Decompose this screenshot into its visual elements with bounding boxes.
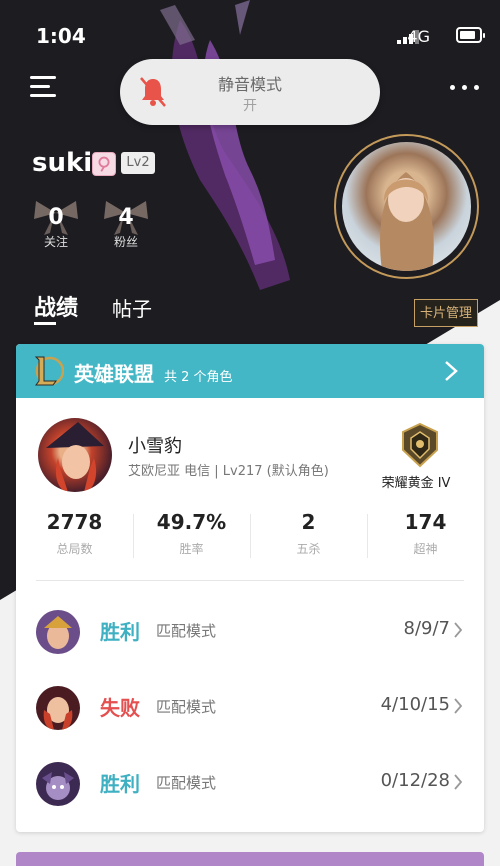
fans-count: 4 [118,205,134,230]
next-card-peek[interactable] [16,852,484,866]
match-kda: 4/10/15 [380,694,450,715]
champion-name: 小雪豹 [128,436,182,457]
game-card-header[interactable]: 英雄联盟 共 2 个角色 [16,344,484,398]
divider [36,580,464,581]
stat-penta-kills: 2 五杀 [250,510,367,557]
following-stat[interactable]: 0 关注 [34,197,78,250]
stat-value: 49.7% [156,510,227,534]
silent-mode-toast: 静音模式 开 [120,59,380,125]
following-count: 0 [48,205,64,230]
card-manage-button[interactable]: 卡片管理 [414,299,478,327]
match-champion-icon [36,762,80,806]
stats-row: 2778 总局数 49.7% 胜率 2 五杀 174 超神 [16,510,484,570]
match-champion-icon [36,686,80,730]
network-type: 4G [407,27,430,46]
game-subtitle: 共 2 个角色 [164,370,233,385]
tab-active-indicator [34,322,56,325]
match-champion-icon [36,610,80,654]
rank-text: 荣耀黄金 IV [381,476,451,491]
stat-label: 总局数 [56,542,93,556]
username: suki [32,148,93,178]
champion-server-info: 艾欧尼亚 电信 | Lv217 (默认角色) [128,464,329,479]
status-time: 1:04 [36,24,86,48]
menu-icon[interactable] [28,72,58,102]
match-mode: 匹配模式 [156,774,217,792]
rank-emblem-icon [402,422,438,468]
match-result: 胜利 [100,620,140,644]
match-mode: 匹配模式 [156,622,217,640]
battery-icon [456,27,485,43]
match-row[interactable]: 失败 匹配模式 4/10/15 [16,680,484,740]
toast-title: 静音模式 [217,75,282,94]
game-card: 英雄联盟 共 2 个角色 小雪豹 艾欧尼亚 电信 | Lv217 (默认角色) … [16,344,484,832]
match-result: 胜利 [100,772,140,796]
fans-label: 粉丝 [113,235,138,249]
toast-state: 开 [243,98,257,114]
stat-legendary: 174 超神 [367,510,484,557]
match-row[interactable]: 胜利 匹配模式 0/12/28 [16,756,484,816]
avatar[interactable] [342,142,471,271]
chevron-right-icon [445,361,458,381]
champion-avatar [38,418,112,492]
stat-total-games: 2778 总局数 [16,510,133,557]
lol-logo-icon [34,356,64,386]
match-mode: 匹配模式 [156,698,217,716]
stat-label: 五杀 [296,542,321,556]
following-label: 关注 [43,235,68,249]
match-kda: 8/9/7 [403,618,451,639]
tab-records[interactable]: 战绩 [34,290,78,322]
stat-win-rate: 49.7% 胜率 [133,510,250,557]
chevron-right-icon [454,698,462,714]
level-badge: Lv2 [121,152,155,174]
stat-label: 超神 [413,542,438,556]
chevron-right-icon [454,774,462,790]
stat-value: 2 [301,510,316,534]
stat-value: 2778 [46,510,103,534]
match-result: 失败 [100,696,140,720]
match-kda: 0/12/28 [380,770,450,791]
chevron-right-icon [454,622,462,638]
game-title: 英雄联盟 [74,362,154,386]
stat-value: 174 [404,510,447,534]
fans-stat[interactable]: 4 粉丝 [104,197,148,250]
tab-posts[interactable]: 帖子 [112,293,152,322]
stat-label: 胜率 [179,542,204,556]
match-row[interactable]: 胜利 匹配模式 8/9/7 [16,604,484,664]
more-options-icon[interactable] [450,84,480,92]
badge-icon[interactable] [92,152,116,176]
